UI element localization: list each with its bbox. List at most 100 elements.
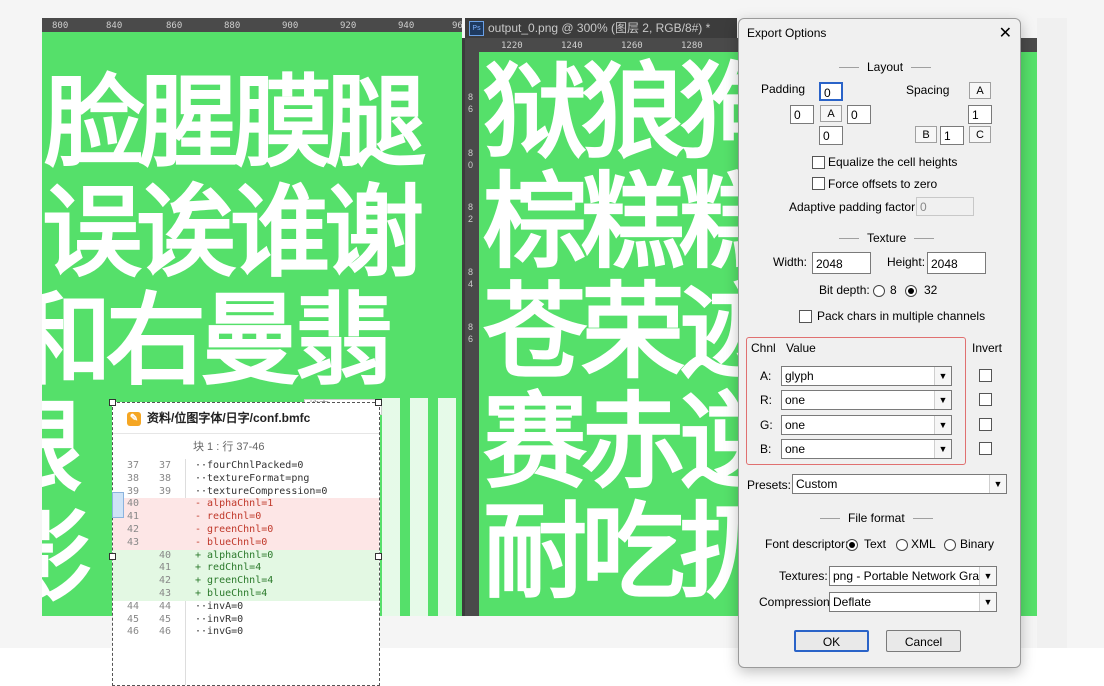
diff-code: ··invA=0 <box>195 600 244 612</box>
vruler-digit: 8 <box>468 267 474 277</box>
glyph-row: 跟 <box>42 393 82 503</box>
spacing-label: Spacing <box>906 83 950 97</box>
vruler-digit: 8 <box>468 202 474 212</box>
ok-button[interactable]: OK <box>794 630 869 652</box>
padding-top-input[interactable]: 0 <box>819 82 843 101</box>
cancel-button[interactable]: Cancel <box>886 630 961 652</box>
channel-g-value: one <box>785 418 806 432</box>
diff-code: ··fourChnlPacked=0 <box>195 460 304 471</box>
invert-header: Invert <box>972 341 1003 355</box>
channel-g-select[interactable]: one ▼ <box>781 415 952 435</box>
ruler-tick: 960 <box>452 21 462 31</box>
padding-bottom-input[interactable]: 0 <box>819 126 843 145</box>
channel-b-select[interactable]: one ▼ <box>781 439 952 459</box>
textures-label: Textures: <box>779 569 828 583</box>
padding-center-box: A <box>820 105 842 122</box>
ruler-tick: 1280 <box>681 41 703 51</box>
old-line-number: 38 <box>127 472 140 484</box>
new-line-number: 39 <box>159 485 172 497</box>
equalize-checkbox[interactable] <box>812 156 825 169</box>
vruler-digit: 8 <box>468 92 474 102</box>
glyph-row-right-fragment <box>382 398 462 616</box>
old-line-number: 37 <box>127 460 140 471</box>
invert-a-checkbox[interactable] <box>979 369 992 382</box>
diff-line: 44 44 ··invA=0 <box>113 601 379 614</box>
close-icon[interactable]: ✕ <box>999 23 1012 43</box>
dialog-title: Export Options <box>747 26 827 40</box>
compression-select[interactable]: Deflate ▼ <box>829 592 997 612</box>
force-offsets-checkbox[interactable] <box>812 177 825 190</box>
diff-line: 43 + blueChnl=4 <box>113 587 379 601</box>
vruler-digit: 4 <box>468 279 474 289</box>
channel-a-select[interactable]: glyph ▼ <box>781 366 952 386</box>
layout-section-header: Layout <box>831 60 939 74</box>
invert-r-checkbox[interactable] <box>979 393 992 406</box>
textures-select[interactable]: png - Portable Network Graphics ▼ <box>829 566 997 586</box>
diff-line: 40 + alphaChnl=0 <box>113 549 379 563</box>
pack-chars-checkbox[interactable] <box>799 310 812 323</box>
old-line-number: 44 <box>127 600 140 612</box>
font-descriptor-text-radio[interactable] <box>846 539 858 551</box>
channel-r-value: one <box>785 393 806 407</box>
spacing-vertical-input[interactable]: 1 <box>968 105 992 124</box>
glyph-row: 赛赤逆 <box>483 381 783 503</box>
diff-block-label: 块 1 : 行 37-46 <box>193 441 265 453</box>
vruler-digit: 6 <box>468 104 474 114</box>
pack-chars-label: Pack chars in multiple channels <box>817 309 986 323</box>
export-options-dialog: Export Options ✕ Layout Padding 0 0 A 0 … <box>738 18 1021 668</box>
selection-handle[interactable] <box>375 553 382 560</box>
diff-code: - greenChnl=0 <box>195 523 274 535</box>
new-line-number: 41 <box>159 562 172 574</box>
selection-handle[interactable] <box>109 553 116 560</box>
height-input[interactable]: 2048 <box>927 252 986 274</box>
document-tab[interactable]: Ps output_0.png @ 300% (图层 2, RGB/8#) * <box>465 18 737 38</box>
font-descriptor-binary-radio[interactable] <box>944 539 956 551</box>
chevron-down-icon: ▼ <box>979 567 996 585</box>
ruler-tick: 1240 <box>561 41 583 51</box>
invert-b-checkbox[interactable] <box>979 442 992 455</box>
glyph-row: 和右曼翡 <box>42 282 394 399</box>
new-line-number: 40 <box>159 549 172 561</box>
chevron-down-icon: ▼ <box>979 593 996 611</box>
glyph-row: 狱狼狗 <box>483 51 783 173</box>
chevron-down-icon: ▼ <box>934 440 951 458</box>
font-descriptor-xml-radio[interactable] <box>896 539 908 551</box>
channel-r-select[interactable]: one ▼ <box>781 390 952 410</box>
padding-left-input[interactable]: 0 <box>790 105 814 124</box>
bit-depth-label: Bit depth: <box>819 283 870 297</box>
bitdepth-32-radio[interactable] <box>905 285 917 297</box>
chevron-down-icon: ▼ <box>934 367 951 385</box>
old-line-number: 43 <box>127 536 140 548</box>
old-line-number: 41 <box>127 511 140 523</box>
diff-lines: 37 37 ··fourChnlPacked=0 38 38 ··textureForma… <box>113 460 379 639</box>
vruler-digit: 2 <box>468 214 474 224</box>
compression-label: Compression: <box>759 595 834 609</box>
invert-g-checkbox[interactable] <box>979 418 992 431</box>
selection-handle[interactable] <box>109 399 116 406</box>
diff-code: ··textureCompression=0 <box>195 485 328 497</box>
padding-right-input[interactable]: 0 <box>847 105 871 124</box>
vertical-ruler: 8 6 8 0 8 2 8 4 8 6 <box>465 52 479 616</box>
diff-code: ··textureFormat=png <box>195 472 310 484</box>
diff-code: + greenChnl=4 <box>195 575 274 587</box>
font-descriptor-xml-label: XML <box>911 537 936 551</box>
diff-line: 38 38 ··textureFormat=png <box>113 473 379 486</box>
equalize-label: Equalize the cell heights <box>828 155 958 169</box>
glyph-row: 耐吃扔 <box>483 491 783 613</box>
glyph-row: 影 <box>42 503 92 613</box>
left-ruler: 800 840 860 880 900 920 940 960 <box>42 18 462 32</box>
spacing-horizontal-input[interactable]: 1 <box>940 126 964 145</box>
new-line-number: 37 <box>159 460 172 471</box>
font-descriptor-label: Font descriptor: <box>765 537 849 551</box>
file-format-section-header: File format <box>812 511 941 525</box>
ruler-tick: 920 <box>340 21 357 31</box>
adaptive-padding-input[interactable]: 0 <box>916 197 974 216</box>
ruler-tick: 880 <box>224 21 241 31</box>
diff-file-path[interactable]: 资料/位图字体/日字/conf.bmfc <box>147 411 310 425</box>
bitdepth-8-radio[interactable] <box>873 285 885 297</box>
presets-select[interactable]: Custom ▼ <box>792 474 1007 494</box>
width-input[interactable]: 2048 <box>812 252 871 274</box>
diff-header: ✎ 资料/位图字体/日字/conf.bmfc <box>113 403 379 434</box>
selection-handle[interactable] <box>375 399 382 406</box>
new-line-number: 44 <box>159 600 172 612</box>
